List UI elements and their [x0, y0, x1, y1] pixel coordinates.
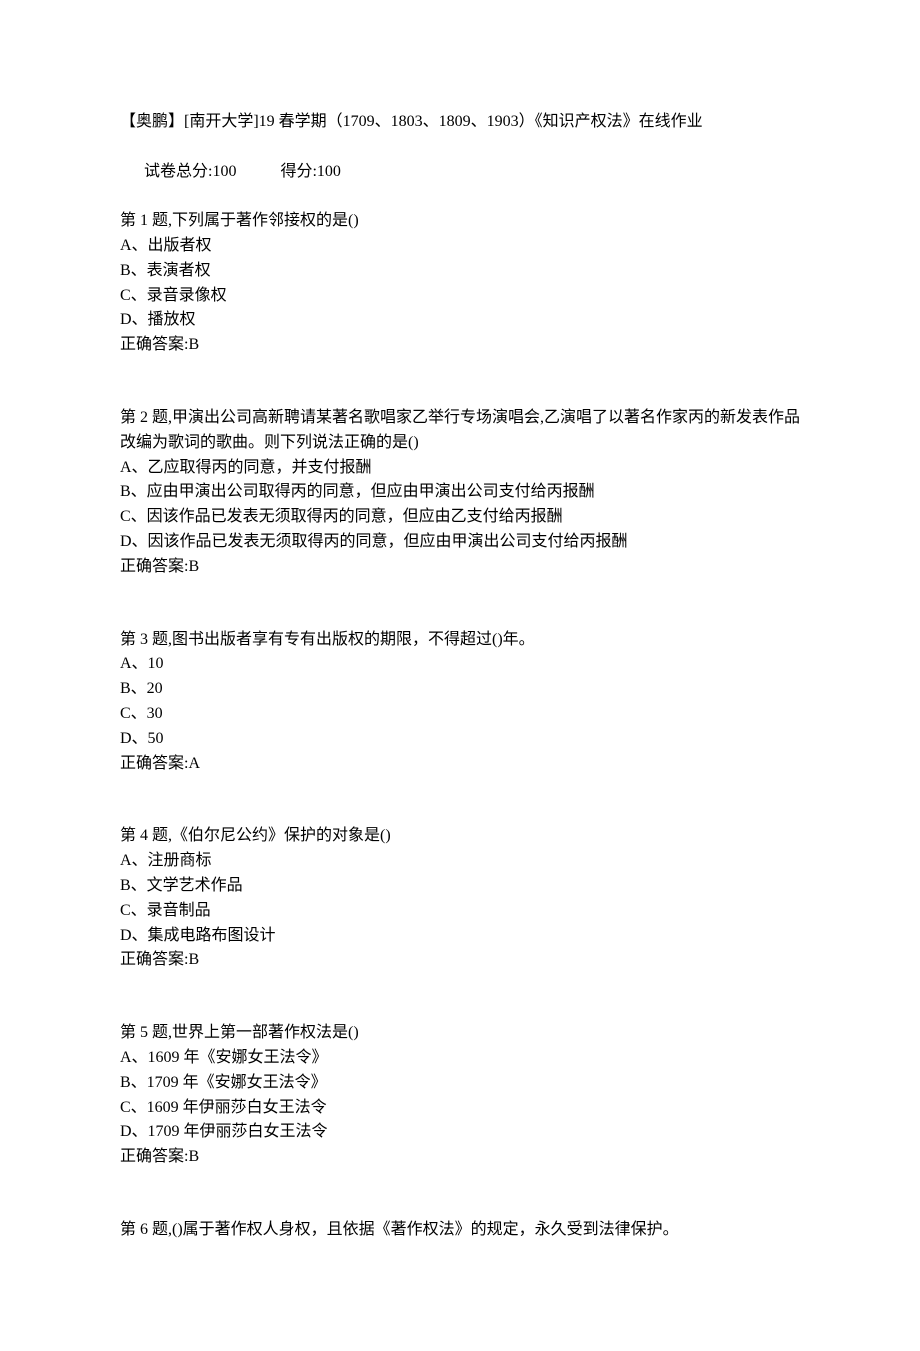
question-option: C、因该作品已发表无须取得丙的同意，但应由乙支付给丙报酬 — [120, 505, 800, 530]
question-option: A、出版者权 — [120, 234, 800, 259]
question-option: B、1709 年《安娜女王法令》 — [120, 1071, 800, 1096]
question-prompt: 第 5 题,世界上第一部著作权法是() — [120, 1021, 800, 1046]
question-answer: 正确答案:B — [120, 948, 800, 973]
question-prompt: 第 2 题,甲演出公司高新聘请某著名歌唱家乙举行专场演唱会,乙演唱了以著名作家丙… — [120, 406, 800, 456]
question-option: C、录音制品 — [120, 899, 800, 924]
question-option: C、录音录像权 — [120, 284, 800, 309]
question-block: 第 2 题,甲演出公司高新聘请某著名歌唱家乙举行专场演唱会,乙演唱了以著名作家丙… — [120, 406, 800, 580]
question-option: D、因该作品已发表无须取得丙的同意，但应由甲演出公司支付给丙报酬 — [120, 530, 800, 555]
score-total: 试卷总分:100 — [144, 163, 236, 180]
question-answer: 正确答案:A — [120, 752, 800, 777]
question-option: A、10 — [120, 652, 800, 677]
header-block: 【奥鹏】[南开大学]19 春学期（1709、1803、1809、1903）《知识… — [120, 110, 800, 358]
question-option: D、50 — [120, 727, 800, 752]
score-got: 得分:100 — [280, 163, 340, 180]
question-prompt: 第 3 题,图书出版者享有专有出版权的期限，不得超过()年。 — [120, 628, 800, 653]
question-answer: 正确答案:B — [120, 1145, 800, 1170]
question-answer: 正确答案:B — [120, 555, 800, 580]
question-option: C、30 — [120, 702, 800, 727]
question-block: 第 4 题,《伯尔尼公约》保护的对象是() A、注册商标 B、文学艺术作品 C、… — [120, 824, 800, 973]
question-option: D、集成电路布图设计 — [120, 924, 800, 949]
question-option: D、播放权 — [120, 308, 800, 333]
question-block: 第 5 题,世界上第一部著作权法是() A、1609 年《安娜女王法令》 B、1… — [120, 1021, 800, 1170]
document-page: 【奥鹏】[南开大学]19 春学期（1709、1803、1809、1903）《知识… — [0, 0, 920, 1351]
question-answer: 正确答案:B — [120, 333, 800, 358]
question-option: D、1709 年伊丽莎白女王法令 — [120, 1120, 800, 1145]
question-block: 第 3 题,图书出版者享有专有出版权的期限，不得超过()年。 A、10 B、20… — [120, 628, 800, 777]
question-option: B、表演者权 — [120, 259, 800, 284]
question-option: C、1609 年伊丽莎白女王法令 — [120, 1096, 800, 1121]
question-option: A、乙应取得丙的同意，并支付报酬 — [120, 456, 800, 481]
question-option: B、应由甲演出公司取得丙的同意，但应由甲演出公司支付给丙报酬 — [120, 480, 800, 505]
question-option: B、20 — [120, 677, 800, 702]
score-line: 试卷总分:100 得分:100 — [120, 135, 800, 209]
question-option: A、注册商标 — [120, 849, 800, 874]
document-title: 【奥鹏】[南开大学]19 春学期（1709、1803、1809、1903）《知识… — [120, 110, 800, 135]
question-prompt: 第 1 题,下列属于著作邻接权的是() — [120, 209, 800, 234]
question-prompt: 第 4 题,《伯尔尼公约》保护的对象是() — [120, 824, 800, 849]
question-option: B、文学艺术作品 — [120, 874, 800, 899]
question-prompt: 第 6 题,()属于著作权人身权，且依据《著作权法》的规定，永久受到法律保护。 — [120, 1218, 800, 1243]
question-block: 第 6 题,()属于著作权人身权，且依据《著作权法》的规定，永久受到法律保护。 — [120, 1218, 800, 1243]
question-option: A、1609 年《安娜女王法令》 — [120, 1046, 800, 1071]
